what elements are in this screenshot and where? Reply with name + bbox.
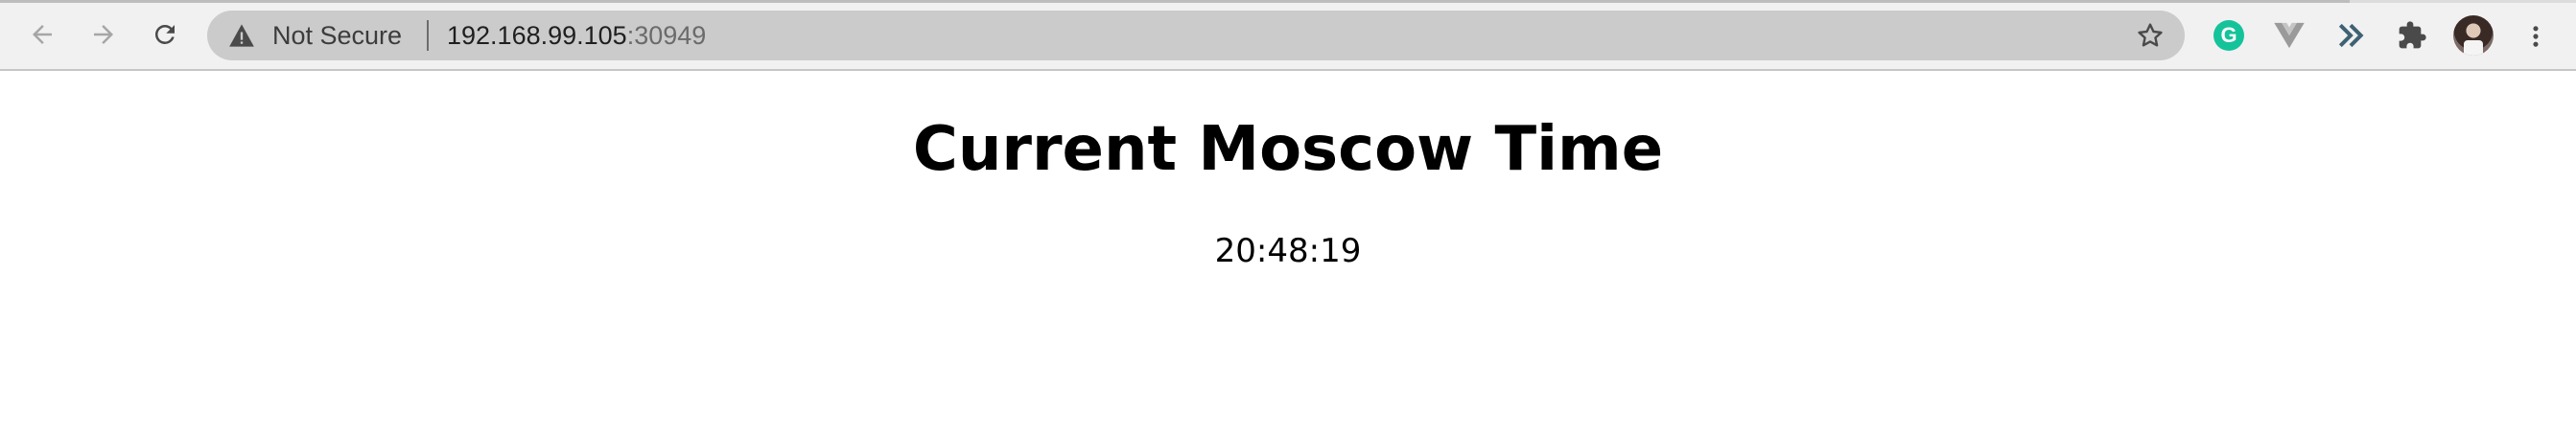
kebab-menu-icon[interactable] — [2522, 21, 2549, 52]
tab-strip-edge-active — [0, 0, 2350, 3]
arrow-left-icon — [33, 25, 52, 44]
address-bar[interactable]: Not Secure 192.168.99.105:30949 — [207, 11, 2185, 60]
warning-triangle-icon[interactable] — [228, 23, 255, 48]
avatar-figure — [2464, 40, 2483, 56]
page-content: Current Moscow Time 20:48:19 — [0, 71, 2576, 437]
reload-icon — [154, 24, 175, 44]
back-button[interactable] — [23, 15, 61, 54]
vue-icon — [2274, 22, 2305, 49]
browser-toolbar: Not Secure 192.168.99.105:30949 G — [0, 0, 2576, 71]
grammarly-extension[interactable]: G — [2211, 17, 2247, 54]
url-text[interactable]: 192.168.99.105:30949 — [447, 23, 706, 49]
star-icon[interactable] — [2135, 20, 2166, 51]
extensions-menu[interactable] — [2394, 17, 2430, 54]
address-divider — [427, 20, 429, 51]
grammarly-icon: G — [2213, 20, 2244, 51]
moscow-time-value: 20:48:19 — [1214, 232, 1362, 270]
avatar[interactable] — [2453, 15, 2494, 56]
reload-button[interactable] — [146, 15, 184, 54]
url-host: 192.168.99.105 — [447, 21, 627, 50]
vue-devtools-extension[interactable] — [2271, 17, 2307, 54]
forward-button[interactable] — [84, 15, 123, 54]
page-title: Current Moscow Time — [912, 114, 1664, 185]
security-status-label[interactable]: Not Secure — [272, 23, 402, 49]
arrow-right-icon — [94, 25, 113, 44]
url-port: :30949 — [626, 21, 707, 50]
puzzle-icon — [2399, 21, 2426, 49]
double-chevron-extension[interactable] — [2332, 17, 2369, 54]
double-chevron-icon — [2338, 23, 2364, 48]
